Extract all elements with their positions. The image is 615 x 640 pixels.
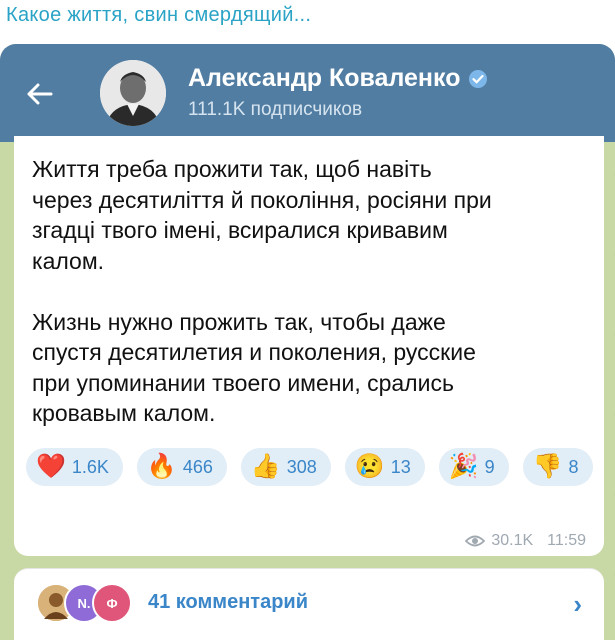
subscriber-count: 111.1K подписчиков: [188, 99, 363, 120]
reaction-count: 13: [390, 456, 411, 477]
party-popper-icon: 🎉: [448, 453, 479, 480]
reaction-count: 8: [568, 456, 579, 477]
reaction-heart[interactable]: ❤️ 1.6K: [26, 448, 123, 486]
commenter-avatar: Ф: [92, 583, 132, 623]
reactions-row: ❤️ 1.6K 🔥 466 👍 308 😢 13 🎉 9 👎 8: [26, 448, 596, 486]
thumbs-up-icon: 👍: [250, 453, 281, 480]
post-bubble: Життя треба прожити так, щоб навіть чере…: [14, 136, 604, 556]
back-arrow-icon[interactable]: [20, 78, 60, 110]
eye-icon: [465, 535, 486, 547]
post-text-russian: Жизнь нужно прожить так, чтобы даже спус…: [32, 308, 476, 427]
reaction-thumbs-up[interactable]: 👍 308: [240, 448, 331, 486]
telegram-window: Александр Коваленко 111.1K подписчиков Ж…: [0, 44, 615, 640]
reaction-thumbs-down[interactable]: 👎 8: [522, 448, 593, 486]
post-meta: 30.1K 11:59: [465, 532, 586, 550]
reaction-count: 1.6K: [71, 456, 109, 477]
reaction-party-popper[interactable]: 🎉 9: [438, 448, 509, 486]
channel-name-row: Александр Коваленко: [188, 64, 488, 93]
channel-title-block[interactable]: Александр Коваленко 111.1K подписчиков: [188, 64, 488, 121]
heart-icon: ❤️: [36, 453, 66, 480]
verified-badge-icon: [469, 69, 488, 88]
channel-name: Александр Коваленко: [188, 64, 461, 92]
channel-header: Александр Коваленко 111.1K подписчиков: [0, 44, 615, 142]
reaction-count: 308: [286, 456, 317, 477]
thumbs-down-icon: 👎: [532, 453, 563, 480]
reaction-count: 466: [182, 456, 213, 477]
commenter-avatars: N. Ф: [36, 583, 156, 623]
comments-label[interactable]: 41 комментарий: [148, 591, 308, 614]
image-caption: Какое життя, свин смердящий...: [6, 4, 312, 26]
post-time: 11:59: [547, 532, 586, 549]
post-text: Життя треба прожити так, щоб навіть чере…: [32, 154, 592, 429]
fire-icon: 🔥: [146, 453, 177, 480]
comments-bar[interactable]: N. Ф 41 комментарий ›: [14, 568, 604, 640]
post-text-ukrainian: Життя треба прожити так, щоб навіть чере…: [32, 156, 492, 274]
reaction-crying-face[interactable]: 😢 13: [344, 448, 425, 486]
crying-face-icon: 😢: [354, 453, 385, 480]
reaction-fire[interactable]: 🔥 466: [136, 448, 227, 486]
reaction-count: 9: [484, 456, 495, 477]
chevron-right-icon[interactable]: ›: [573, 589, 582, 620]
channel-avatar[interactable]: [100, 60, 166, 126]
view-count: 30.1K: [491, 532, 534, 549]
